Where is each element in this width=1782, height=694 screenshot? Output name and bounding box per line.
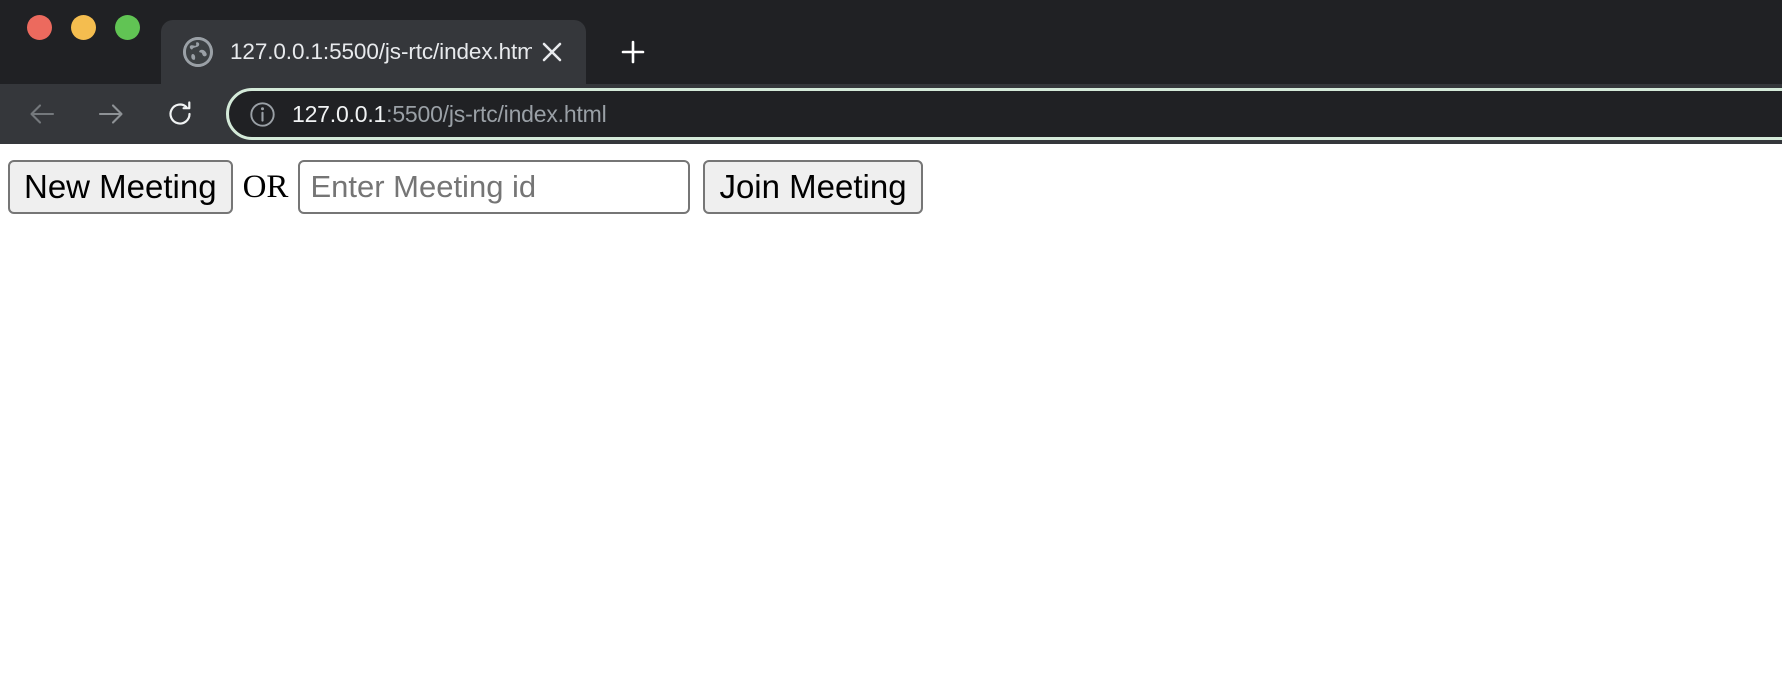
- join-meeting-button[interactable]: Join Meeting: [703, 160, 923, 214]
- reload-button[interactable]: [154, 88, 206, 140]
- address-bar[interactable]: 127.0.0.1:5500/js-rtc/index.html: [226, 88, 1782, 140]
- new-meeting-button[interactable]: New Meeting: [8, 160, 233, 214]
- address-bar-url: 127.0.0.1:5500/js-rtc/index.html: [292, 101, 607, 128]
- address-bar-host: 127.0.0.1: [292, 100, 387, 127]
- omnibox-wrapper: 127.0.0.1:5500/js-rtc/index.html: [226, 88, 1782, 140]
- globe-icon: [183, 37, 213, 67]
- browser-tab[interactable]: 127.0.0.1:5500/js-rtc/index.htm: [161, 20, 586, 84]
- new-tab-button[interactable]: [607, 26, 659, 78]
- page-content: New Meeting OR Join Meeting: [0, 144, 1782, 694]
- zoom-window-button[interactable]: [115, 14, 140, 40]
- minimize-window-button[interactable]: [71, 14, 96, 40]
- info-circle-icon[interactable]: [247, 99, 277, 129]
- browser-chrome: 127.0.0.1:5500/js-rtc/index.htm 127.0.0.…: [0, 0, 1782, 144]
- browser-window: 127.0.0.1:5500/js-rtc/index.htm 127.0.0.…: [0, 0, 1782, 694]
- tabs-area: 127.0.0.1:5500/js-rtc/index.htm: [161, 0, 659, 84]
- window-traffic-lights: [0, 0, 140, 84]
- meeting-controls-row: New Meeting OR Join Meeting: [8, 160, 1774, 214]
- or-separator-label: OR: [242, 168, 289, 205]
- close-tab-icon[interactable]: [532, 32, 572, 72]
- browser-toolbar: 127.0.0.1:5500/js-rtc/index.html: [0, 84, 1782, 144]
- address-bar-path: :5500/js-rtc/index.html: [386, 100, 607, 127]
- close-window-button[interactable]: [27, 14, 52, 40]
- tab-strip: 127.0.0.1:5500/js-rtc/index.htm: [0, 0, 1782, 84]
- tab-title: 127.0.0.1:5500/js-rtc/index.htm: [230, 39, 532, 64]
- back-button[interactable]: [16, 88, 68, 140]
- forward-button[interactable]: [85, 88, 137, 140]
- meeting-id-input[interactable]: [298, 160, 691, 214]
